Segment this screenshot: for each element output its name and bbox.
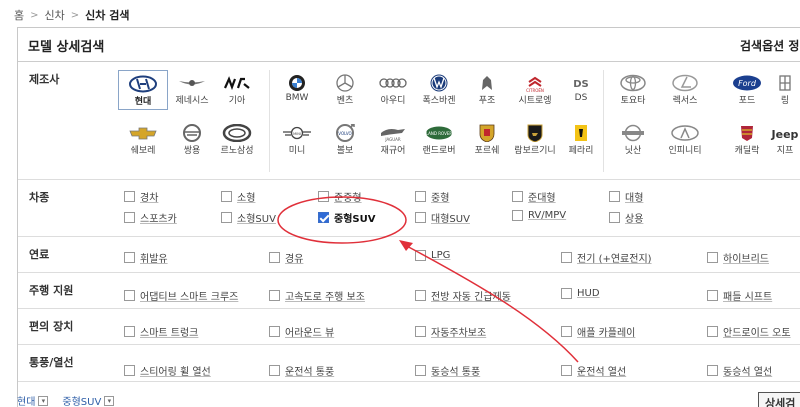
annotation-overlay (277, 196, 579, 363)
pointer-arrow (402, 243, 579, 363)
highlight-ellipse (277, 196, 407, 244)
arrow-head-icon (399, 240, 413, 251)
